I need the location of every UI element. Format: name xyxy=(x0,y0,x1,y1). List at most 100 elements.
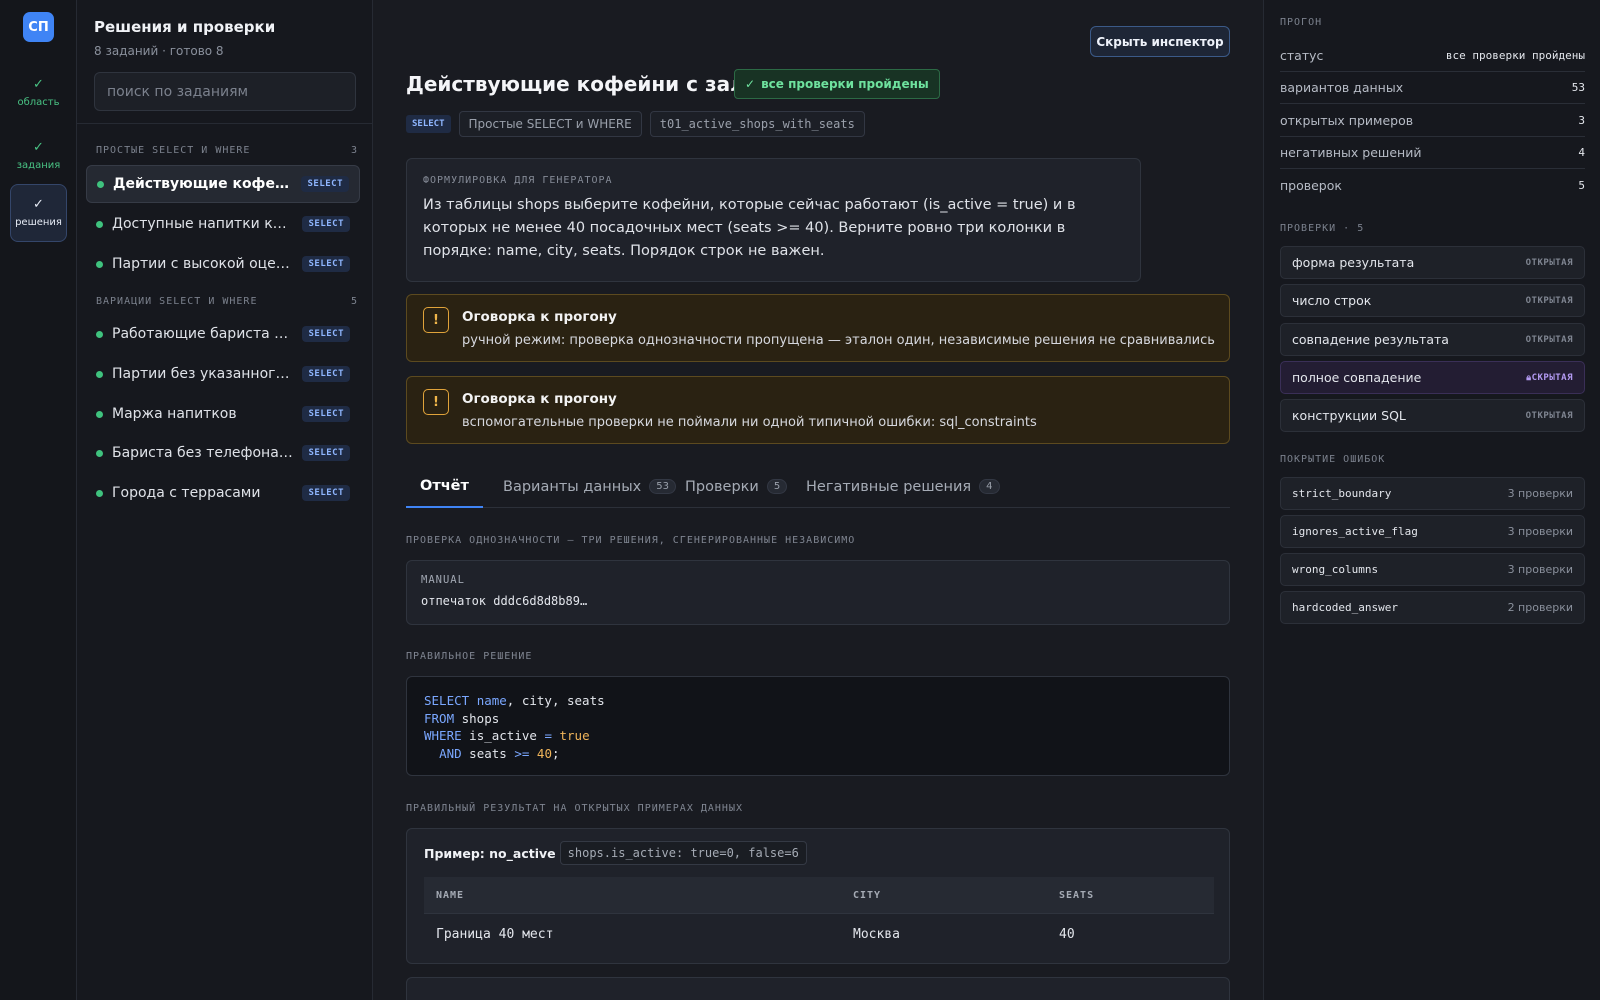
hide-inspector-button[interactable]: Скрыть инспектор xyxy=(1090,26,1230,57)
stat-row: статус все проверки пройдены xyxy=(1280,40,1585,72)
warning-body: ручной режим: проверка однозначности про… xyxy=(462,333,1215,348)
task-kind-badge: SELECT xyxy=(302,485,350,501)
task-item[interactable]: Действующие кофейни с залом SELECT xyxy=(86,165,360,203)
tab-label: Негативные решения xyxy=(806,478,972,495)
group-chip: Простые SELECT и WHERE xyxy=(458,111,642,137)
rail-item-scope[interactable]: ✓ область xyxy=(10,64,67,122)
report-tabs: Отчёт Варианты данных 53 Проверки 5 Нега… xyxy=(406,465,1230,508)
visibility-tag: ОТКРЫТАЯ xyxy=(1525,410,1573,421)
error-kind: ignores_active_flag xyxy=(1292,525,1418,538)
check-name: форма результата xyxy=(1292,255,1415,270)
section-caption: ФОРМУЛИРОВКА ДЛЯ ГЕНЕРАТОРА xyxy=(423,175,613,186)
check-row[interactable]: полное совпадение 🔒︎СКРЫТАЯ xyxy=(1280,361,1585,394)
check-name: совпадение результата xyxy=(1292,332,1449,347)
task-item[interactable]: Партии с высокой оценкой SELECT xyxy=(86,245,360,283)
stat-row: негативных решений 4 xyxy=(1280,137,1585,169)
tab-data-variants[interactable]: Варианты данных 53 xyxy=(489,465,690,508)
task-item[interactable]: Бариста без телефона, но с почтой SELECT xyxy=(86,434,360,472)
tab-report[interactable]: Отчёт xyxy=(406,465,483,508)
coverage-count: 3 проверки xyxy=(1507,525,1573,538)
error-kind: strict_boundary xyxy=(1292,487,1392,500)
task-item[interactable]: Маржа напитков SELECT xyxy=(86,395,360,433)
section-caption: ПРОГОН xyxy=(1280,17,1323,28)
visibility-tag: ОТКРЫТАЯ xyxy=(1525,257,1573,268)
task-kind-badge: SELECT xyxy=(301,176,349,192)
task-name: Маржа напитков xyxy=(112,406,237,422)
task-name: Города с террасами xyxy=(112,485,261,501)
task-sidebar: Решения и проверки 8 заданий · готово 8 … xyxy=(77,0,373,1000)
coverage-count: 3 проверки xyxy=(1507,487,1573,500)
rail-item-label: область xyxy=(17,97,60,108)
error-kind: wrong_columns xyxy=(1292,563,1379,576)
task-meta-chips: SELECT Простые SELECT и WHERE t01_active… xyxy=(406,111,865,137)
task-item[interactable]: Работающие бариста от стажа SELECT xyxy=(86,315,360,353)
sidebar-header: Решения и проверки 8 заданий · готово 8 xyxy=(77,0,373,124)
task-kind-badge: SELECT xyxy=(302,366,350,382)
stat-value: 5 xyxy=(1578,178,1585,192)
coverage-row[interactable]: strict_boundary 3 проверки xyxy=(1280,477,1585,510)
warning-title: Оговорка к прогону xyxy=(462,309,617,325)
check-icon: ✓ xyxy=(33,140,44,155)
stat-label: статус xyxy=(1280,48,1324,63)
task-item[interactable]: Города с террасами SELECT xyxy=(86,474,360,512)
check-row[interactable]: число строк ОТКРЫТАЯ xyxy=(1280,284,1585,317)
coverage-row[interactable]: ignores_active_flag 3 проверки xyxy=(1280,515,1585,548)
stat-label: вариантов данных xyxy=(1280,80,1404,95)
coverage-row[interactable]: wrong_columns 3 проверки xyxy=(1280,553,1585,586)
check-row[interactable]: форма результата ОТКРЫТАЯ xyxy=(1280,246,1585,279)
task-item[interactable]: Доступные напитки категории SELECT xyxy=(86,205,360,243)
generator-prompt-card: ФОРМУЛИРОВКА ДЛЯ ГЕНЕРАТОРА Из таблицы s… xyxy=(406,158,1141,282)
task-kind-badge: SELECT xyxy=(302,216,350,232)
rail-item-label: решения xyxy=(15,217,62,228)
stat-value: 3 xyxy=(1578,114,1585,127)
stat-row: вариантов данных 53 xyxy=(1280,72,1585,104)
app-rail: СП ✓ область ✓ задания ✓ решения xyxy=(0,0,77,1000)
group-label: ВАРИАЦИИ SELECT И WHERE xyxy=(96,296,258,307)
group-header: ПРОСТЫЕ SELECT И WHERE 3 xyxy=(96,145,358,156)
rail-item-solutions[interactable]: ✓ решения xyxy=(10,184,67,242)
check-row[interactable]: совпадение результата ОТКРЫТАЯ xyxy=(1280,323,1585,356)
check-name: полное совпадение xyxy=(1292,370,1422,385)
result-example-card: Пример: no_active shops.is_active: true=… xyxy=(406,828,1230,964)
warning-callout: ! Оговорка к прогону ручной режим: прове… xyxy=(406,294,1230,362)
task-name: Партии с высокой оценкой xyxy=(112,256,295,272)
check-icon: ✓ xyxy=(745,77,756,91)
section-caption: ПРАВИЛЬНОЕ РЕШЕНИЕ xyxy=(406,651,533,662)
rail-item-tasks[interactable]: ✓ задания xyxy=(10,127,67,185)
status-dot xyxy=(96,260,103,268)
status-dot xyxy=(97,180,104,188)
task-kind-badge: SELECT xyxy=(302,406,350,422)
group-count: 5 xyxy=(350,296,358,307)
tab-checks[interactable]: Проверки 5 xyxy=(671,465,801,508)
kind-chip: SELECT xyxy=(406,115,451,133)
task-kind-badge: SELECT xyxy=(302,326,350,342)
check-name: конструкции SQL xyxy=(1292,408,1406,423)
app-logo: СП xyxy=(23,12,54,42)
task-search-input[interactable] xyxy=(94,72,356,111)
visibility-tag: 🔒︎СКРЫТАЯ xyxy=(1526,373,1573,383)
tab-label: Варианты данных xyxy=(503,478,642,495)
task-name: Партии без указанного региона xyxy=(112,366,294,382)
tab-negative-solutions[interactable]: Негативные решения 4 xyxy=(792,465,1014,508)
group-count: 3 xyxy=(350,145,358,156)
task-item[interactable]: Партии без указанного региона SELECT xyxy=(86,355,360,393)
table-cell: Москва xyxy=(853,927,900,942)
example-code: shops.is_active: true=0, false=6 xyxy=(559,841,807,865)
visibility-tag: ОТКРЫТАЯ xyxy=(1525,295,1573,306)
uniqueness-card: MANUAL отпечаток dddc6d8d8b89… xyxy=(406,560,1230,625)
coverage-count: 3 проверки xyxy=(1507,563,1573,576)
coverage-row[interactable]: hardcoded_answer 2 проверки xyxy=(1280,591,1585,624)
check-row[interactable]: конструкции SQL ОТКРЫТАЯ xyxy=(1280,399,1585,432)
check-name: число строк xyxy=(1292,293,1372,308)
tab-label: Отчёт xyxy=(420,477,469,494)
table-cell: Граница 40 мест xyxy=(436,927,554,942)
fingerprint: отпечаток dddc6d8d8b89… xyxy=(421,594,588,608)
visibility-tag: ОТКРЫТАЯ xyxy=(1525,334,1573,345)
status-badge: ✓ все проверки пройдены xyxy=(734,69,940,99)
result-example-card xyxy=(406,977,1230,1000)
column-header: SEATS xyxy=(1059,889,1095,901)
warning-icon: ! xyxy=(423,307,449,333)
warning-body: вспомогательные проверки не поймали ни о… xyxy=(462,415,1037,430)
section-caption: ПОКРЫТИЕ ОШИБОК xyxy=(1280,454,1386,465)
stat-row: проверок 5 xyxy=(1280,169,1585,201)
